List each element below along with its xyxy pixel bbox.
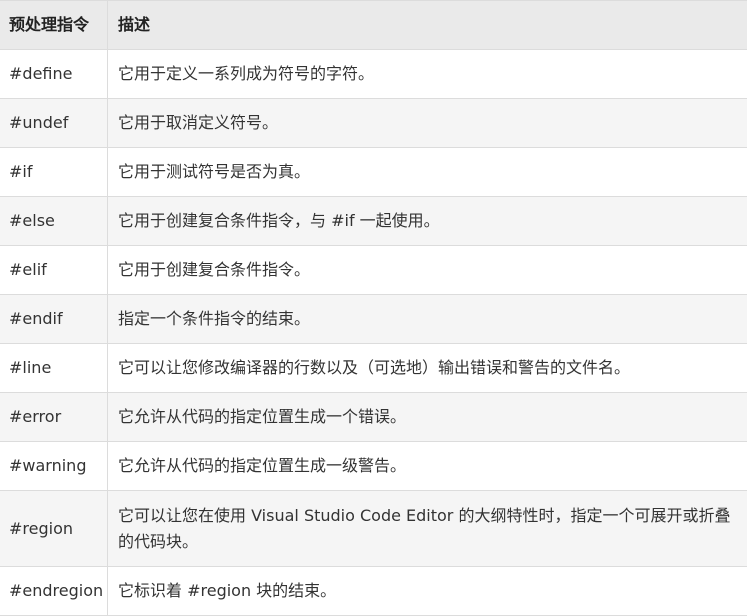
table-row: #line 它可以让您修改编译器的行数以及（可选地）输出错误和警告的文件名。 <box>0 343 747 392</box>
directive-cell: #undef <box>0 99 108 147</box>
description-cell: 它用于创建复合条件指令，与 #if 一起使用。 <box>118 211 440 230</box>
description-cell: 它用于取消定义符号。 <box>118 113 279 132</box>
description-cell: 它用于测试符号是否为真。 <box>118 162 311 181</box>
description-cell: 指定一个条件指令的结束。 <box>118 309 311 328</box>
directive-cell: #error <box>0 393 108 441</box>
directive-cell: #elif <box>0 246 108 294</box>
directive-cell: #line <box>0 344 108 392</box>
directives-table: 预处理指令 描述 #define 它用于定义一系列成为符号的字符。 #undef… <box>0 0 747 616</box>
directive-cell: #warning <box>0 442 108 490</box>
directive-cell: #endif <box>0 295 108 343</box>
description-cell: 它标识着 #region 块的结束。 <box>118 581 337 600</box>
table-row: #undef 它用于取消定义符号。 <box>0 98 747 147</box>
description-cell: 它允许从代码的指定位置生成一级警告。 <box>118 456 407 475</box>
description-cell: 它用于定义一系列成为符号的字符。 <box>118 64 375 83</box>
directive-cell: #if <box>0 148 108 196</box>
directive-cell: #else <box>0 197 108 245</box>
table-row: #if 它用于测试符号是否为真。 <box>0 147 747 196</box>
description-cell: 它用于创建复合条件指令。 <box>118 260 311 279</box>
table-row: #else 它用于创建复合条件指令，与 #if 一起使用。 <box>0 196 747 245</box>
header-directive: 预处理指令 <box>0 1 108 49</box>
description-cell: 它可以让您修改编译器的行数以及（可选地）输出错误和警告的文件名。 <box>118 358 631 377</box>
table-row: #elif 它用于创建复合条件指令。 <box>0 245 747 294</box>
table-header-row: 预处理指令 描述 <box>0 0 747 49</box>
directive-cell: #define <box>0 50 108 98</box>
description-cell: 它可以让您在使用 Visual Studio Code Editor 的大纲特性… <box>118 505 731 551</box>
table-row: #endif 指定一个条件指令的结束。 <box>0 294 747 343</box>
table-row: #region 它可以让您在使用 Visual Studio Code Edit… <box>0 490 747 566</box>
description-cell: 它允许从代码的指定位置生成一个错误。 <box>118 407 407 426</box>
directive-cell: #endregion <box>0 567 108 615</box>
table-row: #warning 它允许从代码的指定位置生成一级警告。 <box>0 441 747 490</box>
table-row: #error 它允许从代码的指定位置生成一个错误。 <box>0 392 747 441</box>
directive-cell: #region <box>0 491 108 566</box>
header-description: 描述 <box>118 15 151 34</box>
table-row: #endregion 它标识着 #region 块的结束。 <box>0 566 747 615</box>
table-row: #define 它用于定义一系列成为符号的字符。 <box>0 49 747 98</box>
